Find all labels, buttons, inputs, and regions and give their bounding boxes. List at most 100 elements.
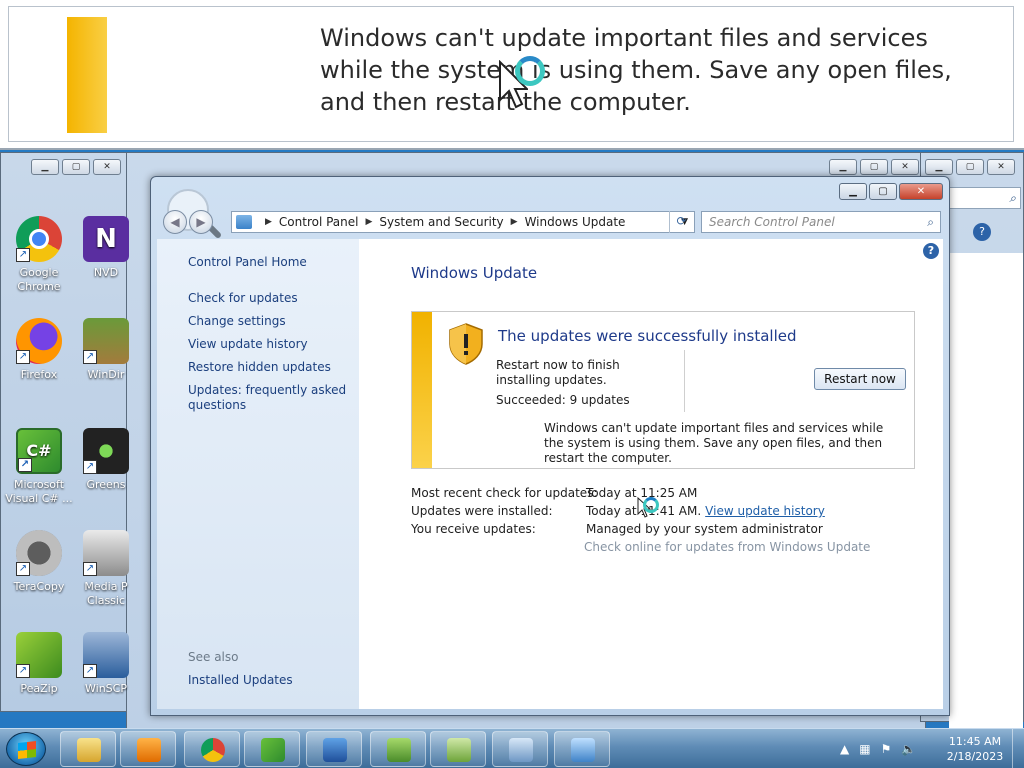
close-icon[interactable]: ✕ (987, 159, 1015, 175)
sidebar-installed-updates[interactable]: Installed Updates (188, 673, 293, 687)
forward-button[interactable]: ▶ (189, 210, 213, 234)
desktop-icon-greenshot[interactable]: ↗ Greens (76, 428, 136, 492)
minimize-icon[interactable]: ▁ (829, 159, 857, 175)
sidebar-change-settings[interactable]: Change settings (188, 314, 348, 329)
busy-spinner-icon (643, 497, 659, 513)
desktop-icon-teracopy[interactable]: ↗ TeraCopy (4, 530, 74, 594)
desktop-icon-chrome[interactable]: ↗ Google Chrome (4, 216, 74, 294)
sidebar-links: Check for updates Change settings View u… (188, 291, 348, 421)
clock[interactable]: 11:45 AM 2/18/2023 (940, 734, 1010, 764)
desktop-icon-visual-csharp[interactable]: C# ↗ Microsoft Visual C# ... (4, 428, 74, 506)
shortcut-arrow-icon: ↗ (83, 664, 97, 678)
view-update-history-link[interactable]: View update history (705, 504, 825, 518)
firefox-icon: ↗ (16, 318, 62, 364)
breadcrumb-arrow-icon[interactable]: ▶ (511, 217, 518, 227)
bg-search-icon[interactable]: ⌕ (949, 187, 1021, 209)
sidebar-updates-faq[interactable]: Updates: frequently asked questions (188, 383, 348, 413)
taskbar-chrome[interactable] (184, 731, 240, 767)
shortcut-arrow-icon: ↗ (18, 458, 32, 472)
greenshot-icon: ↗ (83, 428, 129, 474)
minimize-icon[interactable]: ▁ (925, 159, 953, 175)
taskbar-visual-csharp[interactable] (244, 731, 300, 767)
help-icon[interactable]: ? (923, 243, 939, 259)
visual-csharp-icon: C# ↗ (16, 428, 62, 474)
navigation-bar: ◀ ▶ ▶ Control Panel ▶ System and Securit… (157, 189, 943, 240)
breadcrumb-control-panel[interactable]: Control Panel (279, 215, 359, 229)
show-desktop-button[interactable] (1012, 729, 1024, 768)
windows-update-window[interactable]: ▁ ▢ ✕ ◀ ▶ ▶ Control Panel ▶ System and S… (150, 176, 950, 716)
back-button[interactable]: ◀ (163, 210, 187, 234)
search-input[interactable]: Search Control Panel ⌕ (701, 211, 941, 233)
breadcrumb-arrow-icon[interactable]: ▶ (366, 217, 373, 227)
taskbar-explorer[interactable] (60, 731, 116, 767)
show-hidden-icons-icon[interactable]: ▲ (840, 742, 849, 756)
close-icon[interactable]: ✕ (891, 159, 919, 175)
notepad-icon (447, 738, 471, 762)
address-bar[interactable]: ▶ Control Panel ▶ System and Security ▶ … (231, 211, 695, 233)
bg-mid-title-buttons: ▁ ▢ ✕ (829, 159, 919, 175)
desktop-icon-windirstat[interactable]: ↗ WinDir (76, 318, 136, 382)
taskbar-search-app[interactable] (492, 731, 548, 767)
action-center-flag-icon[interactable]: ⚑ (881, 742, 892, 756)
update-status-panel: The updates were successfully installed … (411, 311, 915, 469)
desktop-icon-label: PeaZip (20, 682, 58, 695)
desktop-icon-label: WinDir (87, 368, 125, 381)
minimize-button[interactable]: ▁ (839, 183, 867, 200)
maximize-icon[interactable]: ▢ (62, 159, 90, 175)
sidebar-control-panel-home[interactable]: Control Panel Home (188, 255, 307, 269)
folder-icon (77, 738, 101, 762)
minimize-icon[interactable]: ▁ (31, 159, 59, 175)
info-value-group: Today at 11:41 AM. View update history (586, 504, 825, 518)
breadcrumb-arrow-icon[interactable]: ▶ (265, 217, 272, 227)
taskbar-media-player[interactable] (120, 731, 176, 767)
network-icon[interactable]: ▦ (859, 742, 870, 756)
sidebar-restore-hidden-updates[interactable]: Restore hidden updates (188, 360, 348, 375)
refresh-icon[interactable]: ⟳ (669, 211, 693, 233)
taskbar-frog-app[interactable] (370, 731, 426, 767)
maximize-icon[interactable]: ▢ (956, 159, 984, 175)
shortcut-arrow-icon: ↗ (16, 350, 30, 364)
chrome-icon: ↗ (16, 216, 62, 262)
visual-csharp-icon (261, 738, 285, 762)
control-panel-icon (571, 738, 595, 762)
breadcrumb-system-security[interactable]: System and Security (379, 215, 503, 229)
sailboat-icon (323, 738, 347, 762)
info-value: Managed by your system administrator (586, 522, 823, 536)
sidebar-view-update-history[interactable]: View update history (188, 337, 348, 352)
media-player-classic-icon: ↗ (83, 530, 129, 576)
teracopy-icon: ↗ (16, 530, 62, 576)
taskbar-app-blue[interactable] (306, 731, 362, 767)
desktop-icon-media-player-classic[interactable]: ↗ Media P Classic (76, 530, 136, 608)
desktop-icon-label: NVD (93, 266, 119, 279)
taskbar: ▲ ▦ ⚑ 🔈 11:45 AM 2/18/2023 (0, 728, 1024, 768)
desktop-icon-winscp[interactable]: ↗ WinSCP (76, 632, 136, 696)
shortcut-arrow-icon: ↗ (83, 350, 97, 364)
taskbar-control-panel[interactable] (554, 731, 610, 767)
restart-now-button[interactable]: Restart now (814, 368, 906, 390)
search-icon[interactable]: ⌕ (927, 212, 934, 232)
taskbar-notepad-plus[interactable] (430, 731, 486, 767)
volume-icon[interactable]: 🔈 (901, 742, 916, 756)
info-label: Updates were installed: (411, 504, 553, 518)
maximize-icon[interactable]: ▢ (860, 159, 888, 175)
desktop-icon-peazip[interactable]: ↗ PeaZip (4, 632, 74, 696)
status-message: Restart now to finish installing updates… (496, 358, 620, 387)
breadcrumb-windows-update[interactable]: Windows Update (525, 215, 626, 229)
close-button[interactable]: ✕ (899, 183, 943, 200)
desktop-icon-nvd[interactable]: N NVD (76, 216, 136, 280)
close-icon[interactable]: ✕ (93, 159, 121, 175)
status-stripe (412, 312, 432, 468)
zoom-overlay: Windows can't update important files and… (0, 0, 1024, 150)
desktop-icon-label: Google Chrome (17, 266, 61, 293)
info-label: You receive updates: (411, 522, 536, 536)
sidebar-check-for-updates[interactable]: Check for updates (188, 291, 348, 306)
maximize-button[interactable]: ▢ (869, 183, 897, 200)
check-online-link: Check online for updates from Windows Up… (584, 540, 871, 554)
start-button[interactable] (6, 732, 46, 766)
chrome-icon (201, 738, 225, 762)
help-icon[interactable]: ? (973, 223, 991, 241)
desktop-icon-label: WinSCP (85, 682, 127, 695)
windows-logo-icon (18, 741, 36, 759)
desktop-icon-firefox[interactable]: ↗ Firefox (4, 318, 74, 382)
clock-time: 11:45 AM (948, 735, 1002, 748)
